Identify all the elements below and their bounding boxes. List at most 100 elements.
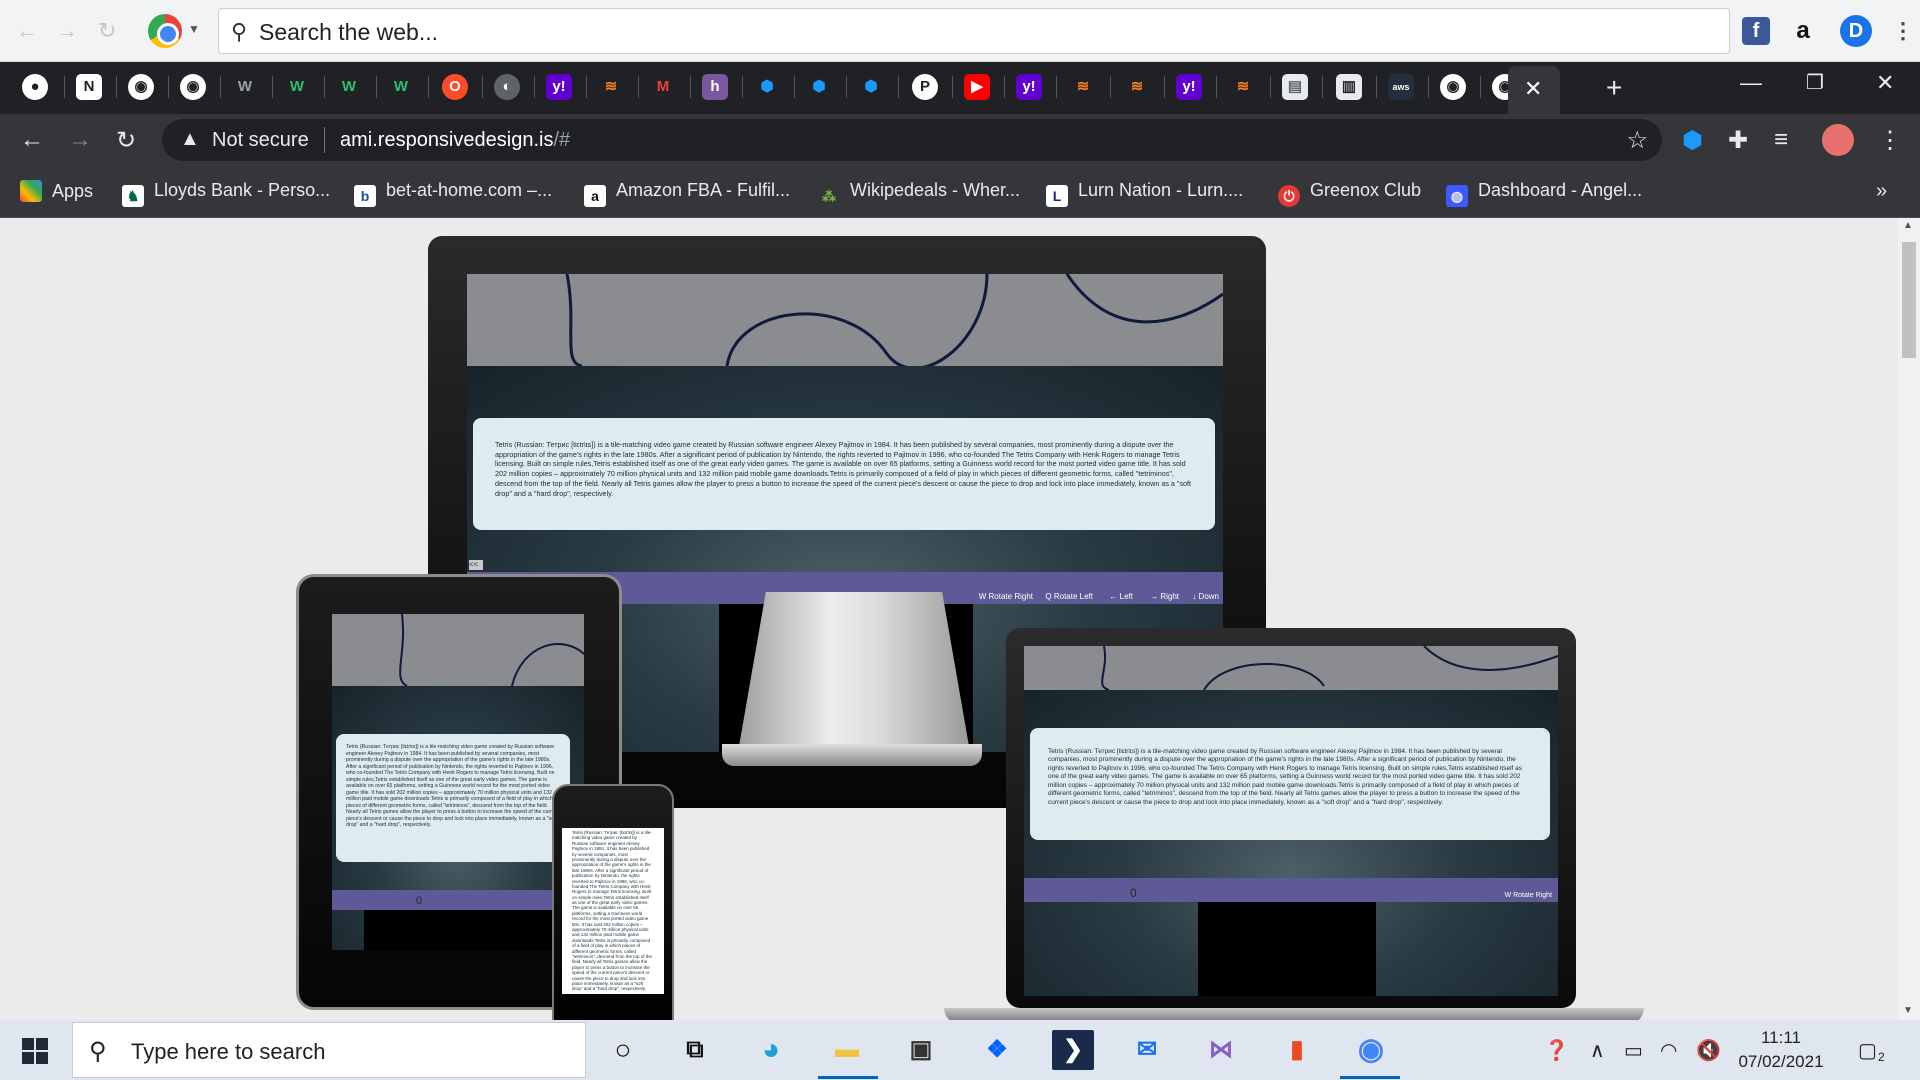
control-right[interactable]: → Right xyxy=(1150,592,1179,601)
wifi-icon[interactable]: ◠ xyxy=(1660,1038,1677,1063)
web-search-input[interactable]: ⚲ Search the web... xyxy=(218,8,1730,54)
bookmark-amazon-fba[interactable]: a Amazon FBA - Fulfil... xyxy=(584,180,790,207)
tab-github-icon[interactable]: ◉ xyxy=(128,74,154,100)
tab-cube-icon[interactable]: ⬢ xyxy=(858,74,884,100)
mail-icon[interactable]: ✉ xyxy=(1126,1030,1168,1070)
tab-w-green-icon[interactable]: W xyxy=(336,74,362,100)
bookmark-bet-at-home[interactable]: b bet-at-home.com –... xyxy=(354,180,552,207)
tab-w-green-icon[interactable]: W xyxy=(284,74,310,100)
active-tab[interactable]: ✕ xyxy=(1508,66,1560,114)
clock-time: 11:11 xyxy=(1760,1028,1802,1047)
tab-youtube-icon[interactable]: ▶ xyxy=(964,74,990,100)
chrome-logo-icon[interactable] xyxy=(148,14,182,48)
laptop-game-board xyxy=(1198,902,1376,996)
tab-yahoo-icon[interactable]: y! xyxy=(1016,74,1042,100)
chevron-up-icon[interactable]: ∧ xyxy=(1590,1038,1605,1063)
reload-button[interactable]: ↻ xyxy=(116,126,136,155)
url-text[interactable]: ami.responsivedesign.is/# xyxy=(340,129,570,152)
notification-center-icon[interactable]: ▢ xyxy=(1858,1038,1877,1063)
chrome-menu-icon[interactable]: ⋮ xyxy=(1878,126,1902,155)
tab-github-icon[interactable]: ◉ xyxy=(1440,74,1466,100)
collapse-button[interactable]: << xyxy=(469,560,483,570)
bookmark-greenox[interactable]: ⏻ Greenox Club xyxy=(1278,180,1421,207)
tab-github-icon[interactable]: ◉ xyxy=(180,74,206,100)
tab-w-icon[interactable]: W xyxy=(232,74,258,100)
security-label[interactable]: Not secure xyxy=(212,129,309,152)
tab-reader-icon[interactable]: ▥ xyxy=(1336,74,1362,100)
taskbar-clock[interactable]: 11:11 07/02/2021 xyxy=(1736,1026,1826,1074)
bookmark-dashboard-angel[interactable]: ◍ Dashboard - Angel... xyxy=(1446,180,1642,207)
taskbar-search-box[interactable]: ⚲ Type here to search xyxy=(72,1022,586,1078)
tab-aws-icon[interactable]: aws xyxy=(1388,74,1414,100)
office-icon[interactable]: ▮ xyxy=(1276,1030,1318,1070)
forward-button[interactable]: → xyxy=(68,126,92,154)
extension-cube-icon[interactable]: ⬢ xyxy=(1682,126,1703,155)
forward-arrow-icon[interactable]: → xyxy=(56,18,78,44)
scrollbar-thumb[interactable] xyxy=(1902,242,1916,358)
tab-stackoverflow-icon[interactable]: ≋ xyxy=(598,74,624,100)
cortana-icon[interactable]: ○ xyxy=(602,1030,644,1070)
tab-w-green-icon[interactable]: W xyxy=(388,74,414,100)
extensions-puzzle-icon[interactable]: ✚ xyxy=(1728,126,1748,155)
edge-icon[interactable]: ◕ xyxy=(750,1030,792,1070)
top-search-toolbar: ← → ↻ ▼ ⚲ Search the web... f a D ⋮ xyxy=(0,0,1920,62)
tab-stackoverflow-icon[interactable]: ≋ xyxy=(1070,74,1096,100)
tab-opera-icon[interactable]: O xyxy=(442,74,468,100)
tab-stackoverflow-icon[interactable]: ≋ xyxy=(1124,74,1150,100)
store-icon[interactable]: ▣ xyxy=(900,1030,942,1070)
restore-icon[interactable]: ❐ xyxy=(1806,70,1824,95)
refresh-icon[interactable]: ↻ xyxy=(98,18,116,44)
battery-icon[interactable]: ▭ xyxy=(1624,1038,1643,1063)
close-window-icon[interactable]: ✕ xyxy=(1876,70,1894,96)
page-scrollbar[interactable]: ▲ ▼ xyxy=(1898,218,1920,1020)
powershell-icon[interactable]: ❯ xyxy=(1052,1030,1094,1070)
amazon-icon: a xyxy=(584,185,606,207)
dropbox-icon[interactable]: ❖ xyxy=(976,1030,1018,1070)
volume-muted-icon[interactable]: 🔇 xyxy=(1696,1038,1721,1063)
control-down[interactable]: ↓ Down xyxy=(1192,592,1219,601)
media-queue-icon[interactable]: ≡ xyxy=(1774,126,1788,154)
new-tab-button[interactable]: + xyxy=(1606,72,1622,104)
tab-heroku-icon[interactable]: h xyxy=(702,74,728,100)
tab-stackoverflow-icon[interactable]: ≋ xyxy=(1230,74,1256,100)
bookmark-apps[interactable]: Apps xyxy=(20,180,93,202)
file-explorer-icon[interactable]: ▬ xyxy=(826,1030,868,1070)
profile-d-icon[interactable]: D xyxy=(1840,15,1872,47)
control-left[interactable]: ← Left xyxy=(1109,592,1133,601)
chevron-down-icon[interactable]: ▼ xyxy=(188,22,200,36)
tab-yahoo-icon[interactable]: y! xyxy=(1176,74,1202,100)
bookmark-lloyds[interactable]: ♞ Lloyds Bank - Perso... xyxy=(122,180,330,207)
tab-gmail-icon[interactable]: M xyxy=(650,74,676,100)
more-icon[interactable]: ⋮ xyxy=(1886,14,1920,48)
address-bar[interactable]: ▲ Not secure ami.responsivedesign.is/# ☆ xyxy=(162,119,1662,161)
tab-doc-icon[interactable]: ▤ xyxy=(1282,74,1308,100)
windows-start-icon[interactable] xyxy=(22,1038,48,1064)
scroll-down-arrow[interactable]: ▼ xyxy=(1903,1005,1913,1016)
amazon-icon[interactable]: a xyxy=(1786,14,1820,48)
back-arrow-icon[interactable]: ← xyxy=(16,18,38,44)
bookmark-wikipedeals[interactable]: ⁂ Wikipedeals - Wher... xyxy=(818,180,1020,207)
profile-avatar[interactable] xyxy=(1822,124,1854,156)
minimize-icon[interactable]: — xyxy=(1740,70,1762,96)
bookmarks-overflow-button[interactable]: » xyxy=(1876,180,1887,203)
facebook-icon[interactable]: f xyxy=(1742,17,1770,45)
visual-studio-icon[interactable]: ⋈ xyxy=(1200,1030,1242,1070)
chrome-icon[interactable]: ◉ xyxy=(1350,1030,1392,1070)
close-icon[interactable]: ✕ xyxy=(1524,76,1542,102)
warning-icon[interactable]: ▲ xyxy=(180,128,200,151)
tab-pushbullet-icon[interactable]: ● xyxy=(22,74,48,100)
tab-cube-icon[interactable]: ⬢ xyxy=(754,74,780,100)
tab-yahoo-icon[interactable]: y! xyxy=(546,74,572,100)
tab-pocket-icon[interactable]: P xyxy=(912,74,938,100)
bookmark-star-icon[interactable]: ☆ xyxy=(1626,126,1648,155)
control-rotate-right[interactable]: W Rotate Right xyxy=(979,592,1033,601)
tab-cube-icon[interactable]: ⬢ xyxy=(806,74,832,100)
help-icon[interactable]: ❓ xyxy=(1544,1038,1569,1063)
task-view-icon[interactable]: ⧉ xyxy=(674,1030,716,1070)
control-rotate-left[interactable]: Q Rotate Left xyxy=(1045,592,1093,601)
scroll-up-arrow[interactable]: ▲ xyxy=(1903,220,1913,231)
tab-notion-icon[interactable]: N xyxy=(76,74,102,100)
back-button[interactable]: ← xyxy=(20,126,44,154)
bookmark-lurn-nation[interactable]: L Lurn Nation - Lurn.... xyxy=(1046,180,1243,207)
tab-globe-icon[interactable]: ◐ xyxy=(494,74,520,100)
